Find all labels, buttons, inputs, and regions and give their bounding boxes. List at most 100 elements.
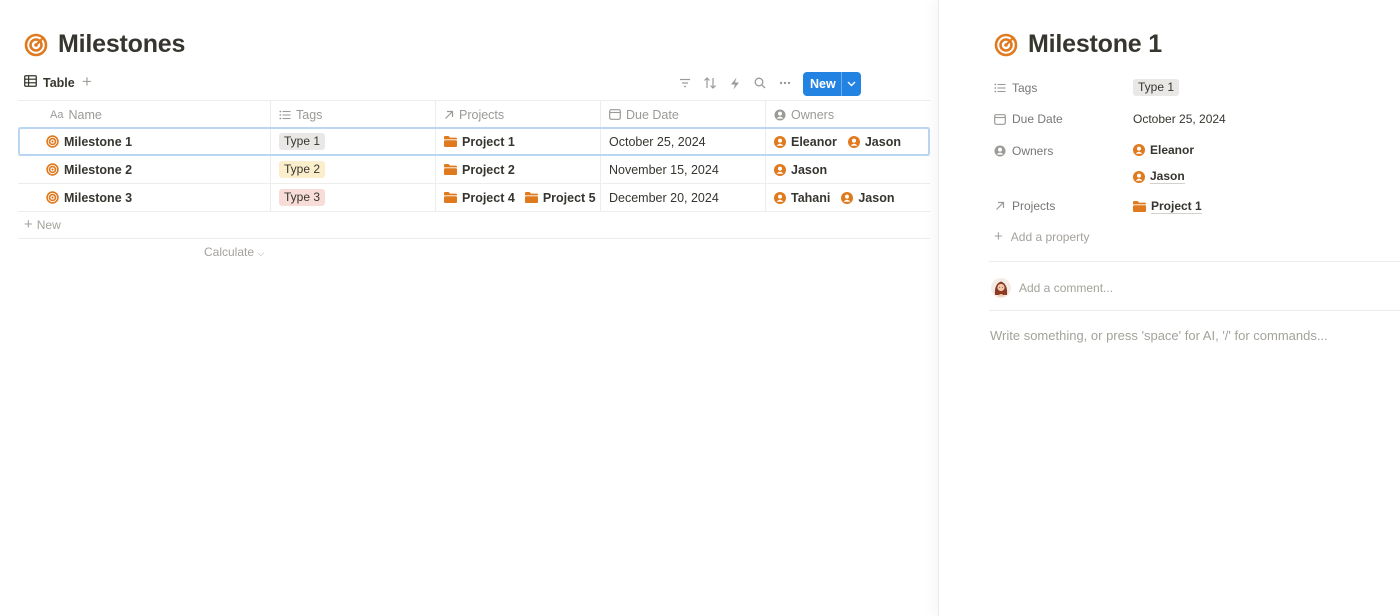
cell-due-date[interactable]: October 25, 2024 (601, 128, 766, 155)
folder-icon (444, 164, 457, 175)
owner-chip[interactable]: Eleanor (1133, 143, 1194, 157)
calendar-icon (994, 113, 1006, 125)
project-link[interactable]: Project 5 (524, 190, 596, 205)
target-icon[interactable] (994, 33, 1018, 57)
owner-name: Tahani (791, 190, 831, 205)
owner-name: Eleanor (1150, 143, 1195, 157)
text-property-icon: Aa (50, 108, 64, 121)
person-circle-icon (774, 109, 786, 121)
project-name: Project 4 (462, 190, 515, 205)
column-header-tags[interactable]: Tags (271, 101, 436, 128)
project-name: Project 1 (462, 134, 515, 149)
due-date-value: November 15, 2024 (609, 162, 719, 177)
project-link[interactable]: Project 4 (444, 191, 515, 205)
cell-tags[interactable]: Type 1 (271, 128, 436, 155)
peek-title: Milestone 1 (994, 30, 1162, 59)
owner-chip[interactable]: Jason (1133, 169, 1185, 184)
folder-icon (444, 136, 457, 147)
person-icon (774, 135, 786, 148)
relation-arrow-icon (444, 110, 454, 120)
plus-icon: + (994, 228, 1003, 245)
sort-icon[interactable] (703, 76, 717, 90)
property-label-tags[interactable]: Tags (994, 81, 1037, 95)
owner-chip[interactable]: Jason (841, 191, 895, 205)
calendar-icon (609, 109, 621, 120)
owner-name: Jason (1150, 169, 1185, 184)
add-row-label: New (36, 218, 61, 232)
target-icon (46, 191, 59, 204)
person-circle-icon (994, 145, 1006, 157)
folder-icon (524, 192, 538, 203)
owner-chip[interactable]: Eleanor (774, 135, 837, 149)
comment-placeholder: Add a comment... (1019, 281, 1114, 295)
cell-projects[interactable]: Project 1 (436, 128, 601, 155)
folder-icon (1133, 201, 1146, 212)
view-actions (678, 76, 792, 90)
add-view-icon[interactable]: + (82, 72, 92, 92)
add-property-button[interactable]: + Add a property (994, 228, 1089, 245)
page-title-text: Milestones (58, 30, 186, 58)
automation-bolt-icon[interactable] (728, 76, 742, 90)
search-icon[interactable] (753, 76, 767, 90)
property-label-owners[interactable]: Owners (994, 144, 1053, 158)
page-body-editor[interactable]: Write something, or press 'space' for AI… (990, 328, 1328, 343)
person-icon (841, 191, 854, 204)
add-row-button[interactable]: + New (24, 217, 61, 232)
peek-title-text[interactable]: Milestone 1 (1028, 30, 1162, 59)
cell-tags[interactable]: Type 3 (271, 184, 436, 211)
owner-name: Jason (791, 162, 828, 177)
target-icon[interactable] (24, 33, 48, 57)
target-icon (46, 135, 59, 148)
owner-chip[interactable]: Jason (847, 134, 901, 149)
cell-tags[interactable]: Type 2 (271, 156, 436, 183)
column-header-label: Tags (296, 107, 323, 122)
owner-name: Jason (864, 134, 901, 149)
more-options-icon[interactable] (778, 76, 792, 90)
cell-due-date[interactable]: November 15, 2024 (601, 156, 766, 183)
due-date-value: October 25, 2024 (609, 134, 706, 149)
project-link[interactable]: Project 1 (1133, 199, 1202, 214)
project-link[interactable]: Project 1 (444, 135, 515, 149)
tag-pill: Type 1 (1133, 79, 1180, 96)
column-header-projects[interactable]: Projects (436, 101, 601, 128)
cell-owners[interactable]: Tahani Jason (766, 184, 930, 211)
cell-name[interactable]: Milestone 3 (18, 184, 271, 211)
chevron-down-icon[interactable] (842, 81, 861, 87)
owner-name: Eleanor (791, 134, 837, 149)
cell-name[interactable]: Milestone 2 (18, 156, 271, 183)
property-label-text: Tags (1012, 81, 1038, 95)
cell-projects[interactable]: Project 4 Project 5 (436, 184, 601, 211)
list-icon (994, 83, 1006, 93)
table-row[interactable]: Milestone 2 Type 2 Project 2 November 15… (18, 156, 930, 184)
cell-due-date[interactable]: December 20, 2024 (601, 184, 766, 211)
owner-chip[interactable]: Tahani (774, 191, 830, 205)
column-header-label: Projects (459, 107, 505, 122)
table-row[interactable]: Milestone 3 Type 3 Project 4 Project 5 De… (18, 184, 930, 212)
owner-chip[interactable]: Jason (774, 163, 827, 177)
filter-icon[interactable] (678, 76, 692, 90)
column-header-name[interactable]: Aa Name (18, 101, 271, 128)
property-value-tags[interactable]: Type 1 (1133, 79, 1180, 96)
calculate-button[interactable]: Calculate ⌵ (204, 245, 264, 259)
project-link[interactable]: Project 2 (444, 163, 515, 177)
view-tab-table[interactable]: Table (24, 75, 75, 90)
property-label-due-date[interactable]: Due Date (994, 112, 1063, 126)
table-header: Aa Name Tags Projects Due Date Owners (18, 100, 930, 128)
property-label-projects[interactable]: Projects (994, 199, 1055, 213)
new-record-button[interactable]: New (803, 72, 861, 96)
cell-name[interactable]: Milestone 1 (18, 128, 271, 155)
column-header-owners[interactable]: Owners (766, 101, 930, 128)
chevron-down-icon: ⌵ (257, 248, 265, 258)
milestones-table: Aa Name Tags Projects Due Date Owners Mi… (18, 100, 930, 212)
comment-box[interactable]: Add a comment... (991, 278, 1113, 298)
cell-projects[interactable]: Project 2 (436, 156, 601, 183)
table-row[interactable]: Milestone 1 Type 1 Project 1 October 25,… (18, 127, 930, 156)
cell-owners[interactable]: Eleanor Jason (766, 128, 930, 155)
due-date-value: December 20, 2024 (609, 190, 719, 205)
column-header-due-date[interactable]: Due Date (601, 101, 766, 128)
tag-pill: Type 2 (279, 161, 326, 178)
property-value-due-date[interactable]: October 25, 2024 (1133, 112, 1226, 126)
cell-owners[interactable]: Jason (766, 156, 930, 183)
project-name: Project 5 (542, 190, 596, 205)
folder-icon (444, 192, 457, 203)
